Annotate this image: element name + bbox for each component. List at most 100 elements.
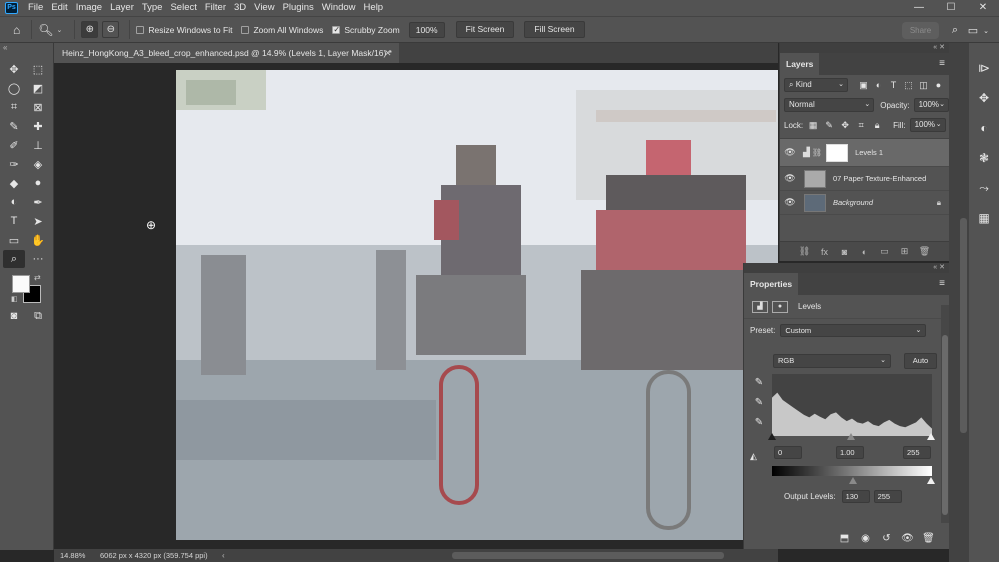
scroll-thumb[interactable]	[942, 335, 948, 515]
paths-icon[interactable]: ⤳	[969, 173, 999, 203]
panel-collapse-icon[interactable]: « ✕	[744, 263, 949, 273]
clipping-warning-icon[interactable]: ◭	[750, 451, 757, 462]
move-icon[interactable]: ✥	[3, 60, 25, 78]
layer-background[interactable]: 👁︎ Background 🔒︎	[780, 191, 949, 215]
menu-filter[interactable]: Filter	[201, 0, 230, 16]
filter-toggle-icon[interactable]: ●	[931, 80, 946, 90]
healing-icon[interactable]: ✚	[27, 117, 49, 135]
filter-pixel-icon[interactable]: ▣	[856, 80, 871, 91]
chevron-down-icon[interactable]: ⌄	[56, 26, 62, 34]
mask-icon[interactable]: ●	[772, 300, 788, 313]
screenmode-icon[interactable]: ⧉	[27, 307, 49, 325]
filter-adjustment-icon[interactable]: ◐	[871, 80, 886, 90]
object-select-icon[interactable]: ◩	[27, 79, 49, 97]
stamp-icon[interactable]: ⊥	[27, 136, 49, 154]
document-image[interactable]	[176, 70, 778, 540]
blur-icon[interactable]: ●	[27, 174, 49, 192]
input-white-field[interactable]: 255	[903, 446, 931, 459]
white-point-eyedropper-icon[interactable]: ✎	[750, 417, 768, 437]
status-arrow-icon[interactable]: ‹	[222, 551, 225, 560]
layer-mask-thumbnail[interactable]	[826, 143, 849, 162]
menu-plugins[interactable]: Plugins	[279, 0, 318, 16]
search-icon[interactable]: ⌕	[946, 24, 964, 37]
chevron-down-icon[interactable]: ⌄	[982, 27, 990, 35]
tab-properties[interactable]: Properties	[744, 273, 799, 295]
layer-paper-texture[interactable]: 👁︎ 07 Paper Texture-Enhanced	[780, 167, 949, 191]
layer-levels-1[interactable]: 👁︎ ▟ ⛓ Levels 1	[780, 139, 949, 167]
swap-colors-icon[interactable]: ⇄	[34, 273, 41, 282]
close-icon[interactable]: ✕	[384, 43, 392, 63]
zoom-percentage-field[interactable]: 100%	[408, 21, 445, 38]
menu-help[interactable]: Help	[360, 0, 388, 16]
new-layer-icon[interactable]: ⊞	[895, 246, 915, 257]
crop-icon[interactable]: ⌗	[3, 98, 25, 116]
visibility-eye-icon[interactable]: 👁︎	[780, 197, 800, 208]
close-window-button[interactable]: ✕	[967, 0, 999, 16]
auto-button[interactable]: Auto	[904, 353, 937, 369]
visibility-eye-icon[interactable]: 👁︎	[780, 147, 800, 158]
input-gamma-field[interactable]: 1.00	[836, 446, 864, 459]
fx-icon[interactable]: fx	[815, 247, 835, 257]
status-zoom[interactable]: 14.88%	[54, 551, 94, 560]
trash-icon[interactable]: 🗑︎	[918, 533, 939, 544]
output-black-slider[interactable]	[849, 477, 857, 484]
swatches-icon[interactable]: ▦	[969, 203, 999, 233]
path-select-icon[interactable]: ➤	[27, 212, 49, 230]
link-icon[interactable]: ⛓	[812, 148, 822, 157]
scrubby-zoom-checkbox[interactable]: ✓ Scrubby Zoom	[332, 25, 400, 35]
status-doc-info[interactable]: 6062 px x 4320 px (359.754 ppi)	[94, 551, 222, 560]
eyedropper-icon[interactable]: ✎	[3, 117, 25, 135]
more-icon[interactable]: ···	[27, 250, 49, 268]
visibility-eye-icon[interactable]: 👁︎	[780, 173, 800, 184]
menu-layer[interactable]: Layer	[106, 0, 138, 16]
opacity-field[interactable]: 100% ⌄	[913, 98, 949, 112]
blend-mode-dropdown[interactable]: Normal ⌄	[784, 98, 875, 112]
input-gamma-slider[interactable]	[847, 433, 855, 440]
home-icon[interactable]: ⌂	[13, 23, 20, 37]
levels-adjustment-icon[interactable]: ▟	[752, 300, 768, 313]
output-black-field[interactable]: 130	[841, 490, 870, 503]
lock-all-icon[interactable]: 🔒︎	[869, 120, 885, 131]
menu-image[interactable]: Image	[72, 0, 106, 16]
view-previous-icon[interactable]: ◉	[855, 533, 876, 544]
lasso-icon[interactable]: ◯	[3, 79, 25, 97]
pen-icon[interactable]: ✒	[27, 193, 49, 211]
resize-windows-checkbox[interactable]: Resize Windows to Fit	[136, 25, 232, 35]
zoom-all-windows-checkbox[interactable]: Zoom All Windows	[241, 25, 323, 35]
quickmask-icon[interactable]: ◙	[3, 307, 25, 325]
filter-kind-dropdown[interactable]: ⌕ Kind ⌄	[784, 78, 848, 92]
fill-field[interactable]: 100% ⌄	[909, 118, 946, 132]
menu-3d[interactable]: 3D	[230, 0, 250, 16]
default-colors-icon[interactable]: ◧	[11, 295, 18, 303]
lock-pixels-icon[interactable]: ✎	[821, 120, 837, 131]
foreground-color[interactable]	[12, 275, 30, 293]
black-point-eyedropper-icon[interactable]: ✎	[750, 377, 768, 397]
lock-transparent-icon[interactable]: ▦	[805, 120, 821, 131]
bucket-icon[interactable]: ◆	[3, 174, 25, 192]
history-icon[interactable]: ⧐	[969, 53, 999, 83]
rectangle-icon[interactable]: ▭	[3, 231, 25, 249]
horizontal-scrollbar[interactable]	[452, 552, 724, 559]
visibility-eye-icon[interactable]: 👁︎	[897, 533, 918, 544]
maximize-button[interactable]: ☐	[935, 0, 967, 16]
menu-window[interactable]: Window	[318, 0, 360, 16]
libraries-icon[interactable]: ❃	[969, 143, 999, 173]
gray-point-eyedropper-icon[interactable]: ✎	[750, 397, 768, 417]
type-icon[interactable]: T	[3, 212, 25, 230]
input-black-slider[interactable]	[768, 433, 776, 440]
tab-layers[interactable]: Layers	[780, 53, 820, 75]
eraser-icon[interactable]: ◈	[27, 155, 49, 173]
marquee-icon[interactable]: ⬚	[27, 60, 49, 78]
dodge-icon[interactable]: ◐	[3, 193, 25, 211]
menu-select[interactable]: Select	[166, 0, 200, 16]
adjustments-icon[interactable]: ✥	[969, 83, 999, 113]
fill-screen-button[interactable]: Fill Screen	[524, 21, 585, 38]
zoom-out-button[interactable]: ⊖	[102, 21, 120, 38]
add-mask-icon[interactable]: ◙	[835, 247, 855, 257]
lock-position-icon[interactable]: ✥	[837, 120, 853, 131]
zoom-tool-preset-icon[interactable]: 🔍︎	[38, 23, 53, 37]
frame-icon[interactable]: ⊠	[27, 98, 49, 116]
trash-icon[interactable]: 🗑︎	[915, 246, 935, 257]
canvas-area[interactable]: ⊕	[54, 63, 778, 549]
zoom-icon[interactable]: ⌕	[3, 250, 25, 268]
